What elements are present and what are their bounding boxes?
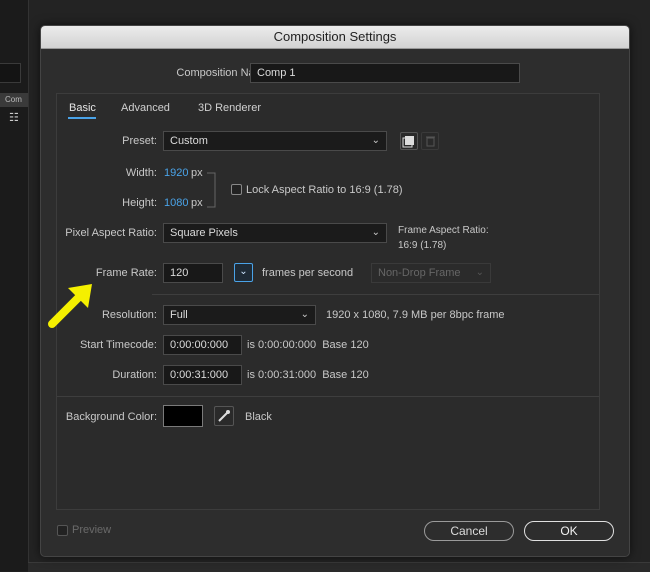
start-timecode-input[interactable]: 0:00:00:000 <box>163 335 242 355</box>
start-timecode-label: Start Timecode: <box>79 339 157 351</box>
width-label: Width: <box>125 167 157 179</box>
duration-input[interactable]: 0:00:31:000 <box>163 365 242 385</box>
drop-frame-value: Non-Drop Frame <box>378 267 461 279</box>
height-label: Height: <box>122 197 157 209</box>
width-unit: px <box>191 167 203 179</box>
height-unit: px <box>191 197 203 209</box>
tab-basic[interactable]: Basic <box>69 102 96 114</box>
frame-aspect-label: Frame Aspect Ratio: <box>398 225 489 236</box>
tab-advanced[interactable]: Advanced <box>121 102 170 114</box>
flowchart-icon[interactable]: ☷ <box>9 111 19 124</box>
width-value[interactable]: 1920 <box>164 167 188 179</box>
resolution-select[interactable]: Full ⌄ <box>163 305 316 325</box>
chevron-down-icon: ⌄ <box>239 266 248 277</box>
preset-label: Preset: <box>122 135 157 147</box>
drop-frame-select[interactable]: Non-Drop Frame ⌄ <box>371 263 491 283</box>
frame-rate-label: Frame Rate: <box>95 267 157 279</box>
pixel-aspect-value: Square Pixels <box>170 227 238 239</box>
preview-label: Preview <box>72 524 112 536</box>
background-tab[interactable]: Com <box>0 93 28 107</box>
duration-info: is 0:00:31:000 Base 120 <box>247 369 369 381</box>
bg-color-swatch[interactable] <box>163 405 203 427</box>
frame-aspect-value: 16:9 (1.78) <box>398 240 447 251</box>
cancel-button[interactable]: Cancel <box>424 521 514 541</box>
save-preset-icon[interactable] <box>400 132 418 150</box>
preset-value: Custom <box>170 135 208 147</box>
chevron-down-icon: ⌄ <box>300 309 309 320</box>
tab-3d-renderer[interactable]: 3D Renderer <box>198 102 261 114</box>
link-bracket <box>207 172 216 208</box>
frame-rate-dropdown-button[interactable]: ⌄ <box>234 263 253 282</box>
frame-rate-unit: frames per second <box>262 267 354 279</box>
delete-preset-icon[interactable] <box>421 132 439 150</box>
background-field <box>0 63 21 83</box>
annotation-arrow <box>48 284 92 328</box>
chevron-down-icon: ⌄ <box>371 227 380 238</box>
divider <box>57 396 599 397</box>
divider <box>152 294 599 295</box>
bg-color-label: Background Color: <box>65 411 157 423</box>
frame-rate-input[interactable]: 120 <box>163 263 223 283</box>
comp-name-input[interactable]: Comp 1 <box>250 63 520 83</box>
chevron-down-icon: ⌄ <box>475 267 484 278</box>
preset-select[interactable]: Custom ⌄ <box>163 131 387 151</box>
preview-checkbox[interactable] <box>57 525 68 536</box>
bg-color-name: Black <box>245 411 272 423</box>
duration-label: Duration: <box>112 369 157 381</box>
eyedropper-icon[interactable] <box>214 406 234 426</box>
chevron-down-icon: ⌄ <box>371 135 380 146</box>
composition-settings-dialog: Composition Settings Composition Name: C… <box>40 25 630 557</box>
pixel-aspect-label: Pixel Aspect Ratio: <box>65 227 157 239</box>
start-timecode-info: is 0:00:00:000 Base 120 <box>247 339 369 351</box>
ok-button[interactable]: OK <box>524 521 614 541</box>
pixel-aspect-select[interactable]: Square Pixels ⌄ <box>163 223 387 243</box>
height-value[interactable]: 1080 <box>164 197 188 209</box>
left-panel-strip: Com ☷ <box>0 0 29 571</box>
dialog-title: Composition Settings <box>41 26 629 49</box>
settings-panel: Basic Advanced 3D Renderer Preset: Custo… <box>56 93 600 510</box>
lock-aspect-label: Lock Aspect Ratio to 16:9 (1.78) <box>246 184 403 196</box>
tab-basic-underline <box>68 117 96 119</box>
resolution-value: Full <box>170 309 188 321</box>
resolution-info: 1920 x 1080, 7.9 MB per 8bpc frame <box>326 309 505 321</box>
lock-aspect-checkbox[interactable] <box>231 184 242 195</box>
